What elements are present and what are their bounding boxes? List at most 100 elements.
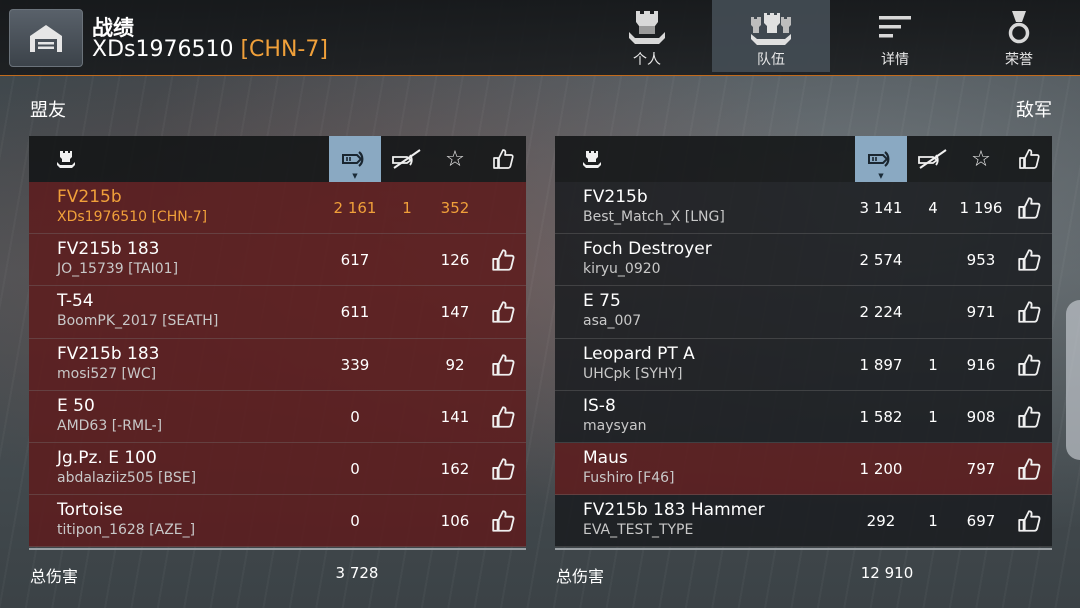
like-button[interactable]	[490, 456, 516, 482]
thumbs-up-icon	[492, 353, 515, 376]
enemies-rows: FV215b Best_Match_X [LNG] 3 141 4 1 196 Foch …	[555, 182, 1052, 548]
player-name: BoomPK_2017 [SEATH]	[57, 313, 219, 330]
table-row[interactable]: Maus Fushiro [F46] 1 200 797	[555, 442, 1052, 496]
table-row[interactable]: FV215b XDs1976510 [CHN-7] 2 161 1 352	[29, 182, 526, 235]
thumbs-up-icon	[492, 301, 515, 324]
thumbs-up-icon	[492, 249, 515, 271]
tab-team-label: 队伍	[757, 52, 785, 68]
table-row[interactable]: Foch Destroyer kiryu_0920 2 574 953	[555, 234, 1052, 287]
damage-value: 0	[350, 512, 360, 531]
table-row[interactable]: FV215b Best_Match_X [LNG] 3 141 4 1 196	[555, 182, 1052, 235]
kills-value: 1	[928, 407, 938, 426]
thumbs-up-icon	[1018, 406, 1041, 428]
tab-personal[interactable]: 个人	[588, 0, 706, 72]
garage-home-button[interactable]	[9, 9, 83, 67]
side-panel-handle[interactable]	[1066, 300, 1080, 460]
table-row[interactable]: Jg.Pz. E 100 abdalaziiz505 [BSE] 0 162	[29, 442, 526, 496]
score-value: 106	[440, 512, 470, 531]
player-name: XDs1976510 [CHN-7]	[57, 209, 208, 225]
table-row[interactable]: E 50 AMD63 [-RML-] 0 141	[29, 390, 526, 443]
table-row[interactable]: FV215b 183 Hammer EVA_TEST_TYPE 292 1 697	[555, 495, 1052, 548]
top-bar: 战绩 XDs1976510 [CHN-7] 个人 队伍 详情 荣誉	[0, 0, 1080, 76]
vehicle-name: Leopard PT A	[583, 343, 695, 364]
like-button[interactable]	[490, 508, 516, 534]
kills-destroyed-icon	[392, 149, 421, 169]
like-button[interactable]	[1016, 299, 1042, 325]
tab-honors[interactable]: 荣誉	[960, 0, 1078, 72]
score-value: 797	[966, 459, 996, 478]
damage-value: 292	[866, 512, 896, 531]
enemies-damage-column-header[interactable]: ▼	[855, 136, 907, 182]
sort-descending-icon: ▼	[878, 172, 884, 180]
damage-shell-icon	[342, 151, 364, 167]
score-value: 126	[440, 251, 470, 270]
enemies-vehicle-column-header[interactable]	[577, 136, 607, 182]
like-button[interactable]	[490, 352, 516, 378]
like-button[interactable]	[1016, 508, 1042, 534]
score-value: 162	[440, 459, 470, 478]
like-button[interactable]	[1016, 352, 1042, 378]
score-value: 916	[966, 355, 996, 374]
star-icon: ☆	[971, 146, 991, 172]
player-clan-tag: [CHN-7]	[240, 37, 328, 62]
like-button[interactable]	[490, 247, 516, 273]
thumbs-up-icon	[492, 510, 515, 532]
thumbs-up-icon	[1018, 353, 1041, 376]
vehicle-icon	[583, 151, 601, 168]
table-row[interactable]: IS-8 maysyan 1 582 1 908	[555, 390, 1052, 443]
player-name: abdalaziiz505 [BSE]	[57, 469, 197, 486]
damage-value: 1 200	[859, 459, 903, 478]
like-button[interactable]	[490, 404, 516, 430]
vehicle-name: Foch Destroyer	[583, 239, 712, 260]
damage-value: 1 582	[859, 407, 903, 426]
allies-title: 盟友	[30, 100, 66, 121]
score-value: 908	[966, 407, 996, 426]
allies-rows: FV215b XDs1976510 [CHN-7] 2 161 1 352 FV215b …	[29, 182, 526, 548]
tab-team[interactable]: 队伍	[712, 0, 830, 72]
table-row[interactable]: Tortoise titipon_1628 [AZE_] 0 106	[29, 495, 526, 548]
like-button[interactable]	[1016, 404, 1042, 430]
enemies-table: ▼ ☆ FV215b Best_Match_X [LNG] 3 141 4 1 196 F…	[555, 136, 1052, 548]
enemies-kills-column-header[interactable]	[909, 136, 957, 182]
tab-details-label: 详情	[881, 52, 909, 68]
thumbs-up-icon	[1018, 197, 1041, 219]
allies-damage-column-header[interactable]: ▼	[329, 136, 381, 182]
score-value: 971	[966, 303, 996, 322]
personal-icon	[629, 11, 665, 44]
score-value: 141	[440, 407, 470, 426]
kills-value: 1	[928, 512, 938, 531]
table-row[interactable]: T-54 BoomPK_2017 [SEATH] 611 147	[29, 286, 526, 339]
table-row[interactable]: FV215b 183 mosi527 [WC] 339 92	[29, 338, 526, 391]
allies-like-column-header	[481, 136, 525, 182]
score-value: 352	[440, 199, 470, 217]
allies-table: ▼ ☆ FV215b XDs1976510 [CHN-7] 2 161 1 352 FV2…	[29, 136, 526, 548]
damage-value: 0	[350, 407, 360, 426]
table-row[interactable]: FV215b 183 JO_15739 [TAI01] 617 126	[29, 234, 526, 287]
damage-value: 2 574	[859, 251, 903, 270]
damage-value: 3 141	[859, 199, 903, 217]
player-name: maysyan	[583, 417, 647, 434]
vehicle-name: FV215b 183	[57, 343, 160, 364]
like-button[interactable]	[490, 299, 516, 325]
table-row[interactable]: Leopard PT A UHCpk [SYHY] 1 897 1 916	[555, 338, 1052, 391]
vehicle-name: E 75	[583, 291, 621, 312]
like-button[interactable]	[1016, 247, 1042, 273]
like-button[interactable]	[1016, 456, 1042, 482]
score-value: 953	[966, 251, 996, 270]
damage-value: 339	[340, 355, 370, 374]
allies-score-column-header[interactable]: ☆	[433, 136, 477, 182]
thumbs-up-icon	[492, 406, 515, 428]
player-name: JO_15739 [TAI01]	[57, 261, 179, 278]
tab-details[interactable]: 详情	[836, 0, 954, 72]
allies-kills-column-header[interactable]	[383, 136, 431, 182]
table-row[interactable]: E 75 asa_007 2 224 971	[555, 286, 1052, 339]
like-button[interactable]	[1016, 195, 1042, 221]
damage-value: 611	[340, 303, 370, 322]
player-name: kiryu_0920	[583, 261, 661, 278]
details-icon	[879, 16, 911, 38]
star-icon: ☆	[445, 146, 465, 172]
kills-value: 4	[928, 199, 938, 217]
enemies-score-column-header[interactable]: ☆	[959, 136, 1003, 182]
vehicle-name: Jg.Pz. E 100	[57, 447, 157, 468]
allies-vehicle-column-header[interactable]	[51, 136, 81, 182]
